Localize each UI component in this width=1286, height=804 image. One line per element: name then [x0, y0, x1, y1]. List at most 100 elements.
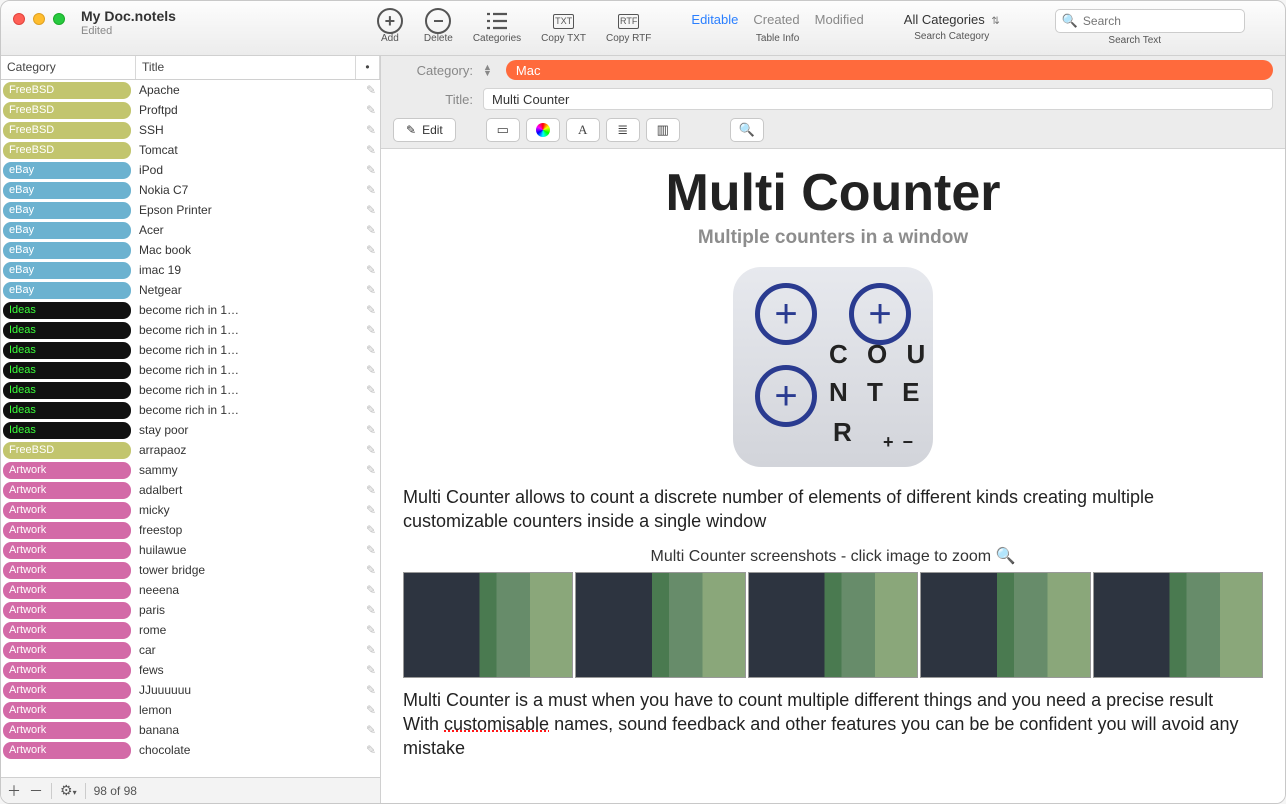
list-style-button[interactable]: ≣ [606, 118, 640, 142]
table-row[interactable]: FreeBSDarrapaoz✎ [1, 440, 380, 460]
copy-txt-button[interactable]: TXT Copy TXT [541, 7, 586, 44]
table-row[interactable]: Artworkhuilawue✎ [1, 540, 380, 560]
table-row[interactable]: Ideasbecome rich in 1…✎ [1, 360, 380, 380]
title-input[interactable] [483, 88, 1273, 110]
ruler-button[interactable]: ▭ [486, 118, 520, 142]
table-row[interactable]: Artworksammy✎ [1, 460, 380, 480]
table-row[interactable]: FreeBSDApache✎ [1, 80, 380, 100]
thumbnail[interactable] [1093, 572, 1263, 678]
list-rows[interactable]: FreeBSDApache✎FreeBSDProftpd✎FreeBSDSSH✎… [1, 80, 380, 777]
table-row[interactable]: Artwork car✎ [1, 640, 380, 660]
txt-icon: TXT [553, 14, 574, 29]
close-window-button[interactable] [13, 13, 25, 25]
search-input[interactable] [1083, 14, 1238, 28]
gear-menu-button[interactable]: ⚙︎▾ [60, 782, 77, 799]
table-row[interactable]: Ideasbecome rich in 1…✎ [1, 400, 380, 420]
thumbnail[interactable] [403, 572, 573, 678]
table-row[interactable]: eBayAcer✎ [1, 220, 380, 240]
table-row[interactable]: ArtworkJJuuuuuu✎ [1, 680, 380, 700]
app-window: My Doc.notels Edited + Add − Delete Cate… [0, 0, 1286, 804]
table-row[interactable]: eBayMac book✎ [1, 240, 380, 260]
category-pill: Artwork [3, 622, 131, 639]
edit-button[interactable]: ✎ Edit [393, 118, 456, 142]
category-pill[interactable]: Mac [506, 60, 1273, 80]
title-field-label: Title: [393, 92, 473, 107]
table-row[interactable]: eBayimac 19✎ [1, 260, 380, 280]
row-title: become rich in 1… [139, 363, 362, 377]
pencil-icon: ✎ [362, 243, 380, 257]
table-row[interactable]: eBayiPod✎ [1, 160, 380, 180]
thumbnail[interactable] [920, 572, 1090, 678]
table-row[interactable]: eBayEpson Printer✎ [1, 200, 380, 220]
table-row[interactable]: Artworkfreestop✎ [1, 520, 380, 540]
col-indicator[interactable]: • [356, 56, 380, 79]
table-row[interactable]: FreeBSDProftpd✎ [1, 100, 380, 120]
table-row[interactable]: eBayNokia C7✎ [1, 180, 380, 200]
list-footer: ＋ － ⚙︎▾ 98 of 98 [1, 777, 380, 803]
search-field[interactable]: 🔍 [1055, 9, 1245, 33]
category-pill: Artwork [3, 642, 131, 659]
window-subtitle: Edited [81, 25, 176, 37]
color-button[interactable] [526, 118, 560, 142]
ruler-icon: ▭ [497, 122, 509, 138]
tab-editable[interactable]: Editable [691, 12, 738, 27]
table-row[interactable]: Artworkmicky✎ [1, 500, 380, 520]
remove-row-button[interactable]: － [29, 781, 43, 801]
table-row[interactable]: Ideasbecome rich in 1…✎ [1, 380, 380, 400]
columns-button[interactable]: ▥ [646, 118, 680, 142]
table-row[interactable]: Artworkadalbert✎ [1, 480, 380, 500]
add-row-button[interactable]: ＋ [7, 781, 21, 801]
table-row[interactable]: FreeBSDSSH✎ [1, 120, 380, 140]
thumbnail[interactable] [748, 572, 918, 678]
find-in-doc-button[interactable]: 🔍 [730, 118, 764, 142]
table-row[interactable]: Artworkneeena✎ [1, 580, 380, 600]
category-pill: Artwork [3, 662, 131, 679]
tab-created[interactable]: Created [753, 12, 799, 27]
zoom-window-button[interactable] [53, 13, 65, 25]
thumbnail[interactable] [575, 572, 745, 678]
table-row[interactable]: Artworkparis✎ [1, 600, 380, 620]
row-title: imac 19 [139, 263, 362, 277]
row-title: Mac book [139, 243, 362, 257]
table-row[interactable]: Artworktower bridge✎ [1, 560, 380, 580]
delete-button[interactable]: − Delete [424, 7, 453, 44]
pencil-icon: ✎ [362, 363, 380, 377]
table-row[interactable]: Ideasbecome rich in 1…✎ [1, 340, 380, 360]
table-row[interactable]: Ideasbecome rich in 1…✎ [1, 300, 380, 320]
categories-button[interactable]: Categories [473, 7, 521, 44]
pencil-icon: ✎ [362, 203, 380, 217]
tab-modified[interactable]: Modified [815, 12, 864, 27]
table-row[interactable]: Artworklemon✎ [1, 700, 380, 720]
font-button[interactable]: A [566, 118, 600, 142]
pencil-icon: ✎ [362, 663, 380, 677]
table-row[interactable]: Artworkrome✎ [1, 620, 380, 640]
pencil-icon: ✎ [362, 503, 380, 517]
table-row[interactable]: Artworkbanana✎ [1, 720, 380, 740]
add-button[interactable]: + Add [376, 7, 404, 44]
document-body[interactable]: Multi Counter Multiple counters in a win… [381, 149, 1285, 803]
row-title: become rich in 1… [139, 303, 362, 317]
copy-rtf-button[interactable]: RTF Copy RTF [606, 7, 651, 44]
category-pill: Ideas [3, 342, 131, 359]
table-row[interactable]: Artworkfews✎ [1, 660, 380, 680]
row-title: become rich in 1… [139, 343, 362, 357]
category-filter-dropdown[interactable]: All Categories ⇅ [904, 12, 1000, 27]
table-row[interactable]: eBayNetgear✎ [1, 280, 380, 300]
table-row[interactable]: Artworkchocolate✎ [1, 740, 380, 760]
screenshot-thumbnails[interactable] [403, 572, 1263, 678]
row-title: car [139, 643, 362, 657]
table-row[interactable]: FreeBSDTomcat✎ [1, 140, 380, 160]
row-count: 98 of 98 [94, 784, 137, 798]
category-pill: Artwork [3, 542, 131, 559]
category-pill: Artwork [3, 602, 131, 619]
category-pill: Artwork [3, 582, 131, 599]
col-category[interactable]: Category [1, 56, 136, 79]
minimize-window-button[interactable] [33, 13, 45, 25]
table-row[interactable]: Ideasstay poor✎ [1, 420, 380, 440]
table-row[interactable]: Ideasbecome rich in 1…✎ [1, 320, 380, 340]
pencil-icon: ✎ [362, 643, 380, 657]
category-stepper-icon[interactable]: ▲▼ [483, 64, 492, 77]
table-info-caption: Table Info [756, 33, 799, 44]
row-title: iPod [139, 163, 362, 177]
col-title[interactable]: Title [136, 56, 356, 79]
